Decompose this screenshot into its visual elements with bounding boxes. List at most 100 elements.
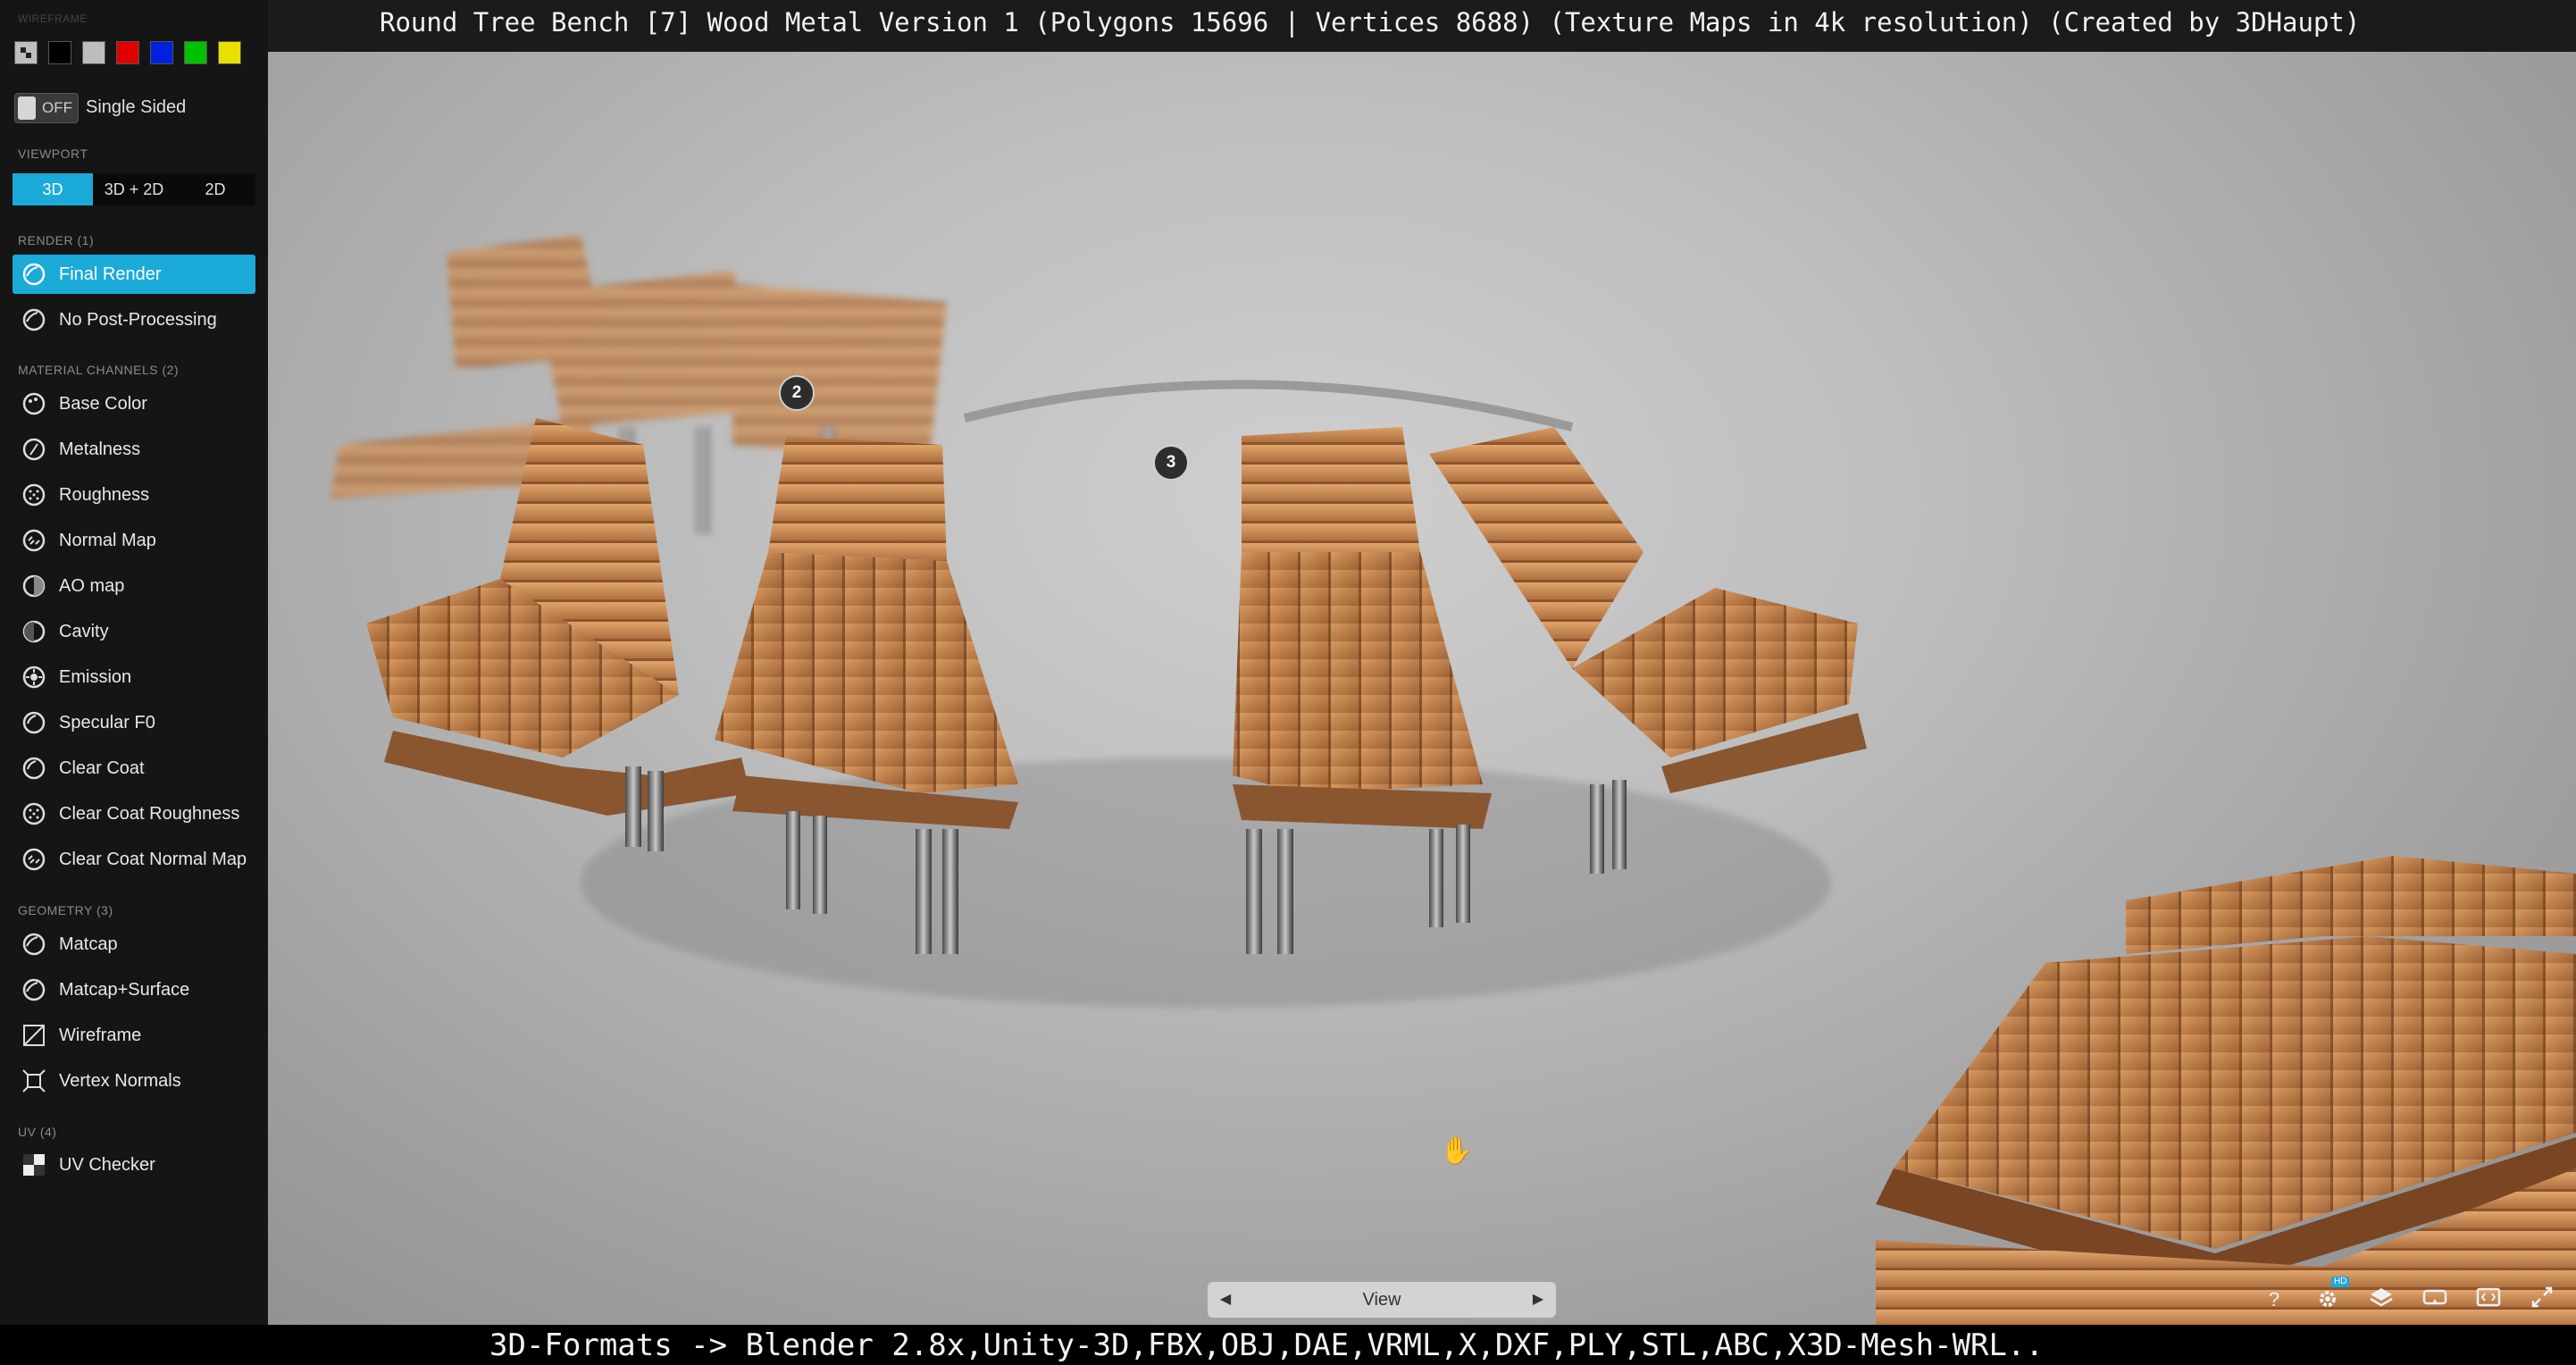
render-final-label: Final Render	[59, 264, 162, 284]
channel-roughness[interactable]: Roughness	[13, 475, 255, 515]
geometry-vertex-normals[interactable]: Vertex Normals	[13, 1061, 255, 1101]
viewport-mode-3d[interactable]: 3D	[13, 173, 93, 205]
metalness-label: Metalness	[59, 440, 141, 459]
3d-viewport[interactable]: ✋ 2 3	[268, 52, 2576, 1325]
ao-map-label: AO map	[59, 576, 125, 596]
single-sided-label: Single Sided	[86, 97, 187, 117]
vertex-normals-icon	[22, 1069, 46, 1093]
hand-cursor-icon: ✋	[1440, 1135, 1473, 1167]
normal-map-label: Normal Map	[59, 531, 156, 550]
base-color-label: Base Color	[59, 394, 147, 414]
clear-coat-normal-label: Clear Coat Normal Map	[59, 850, 247, 869]
wireframe-color-blue[interactable]	[150, 41, 173, 64]
matcap-sphere-icon	[22, 308, 46, 331]
roughness-label: Roughness	[59, 485, 150, 505]
view-label: View	[1362, 1290, 1401, 1310]
palette-icon	[22, 392, 46, 415]
normal-map-icon	[22, 529, 46, 552]
formats-caption-bar: 3D-Formats -> Blender 2.8x,Unity-3D,FBX,…	[0, 1325, 2576, 1365]
clear-coat-roughness-icon	[22, 802, 46, 825]
vr-icon	[2422, 1289, 2447, 1305]
render-no-post-label: No Post-Processing	[59, 310, 217, 330]
clear-coat-label: Clear Coat	[59, 758, 145, 778]
single-sided-toggle[interactable]: OFF	[14, 93, 79, 123]
formats-caption: 3D-Formats -> Blender 2.8x,Unity-3D,FBX,…	[489, 1327, 2044, 1363]
toggle-knob	[18, 96, 36, 120]
fullscreen-icon	[2531, 1286, 2553, 1308]
emission-label: Emission	[59, 667, 132, 687]
vr-button[interactable]	[2419, 1284, 2451, 1316]
checker-icon	[23, 1154, 45, 1176]
material-section-label: MATERIAL CHANNELS (2)	[18, 363, 180, 377]
metalness-icon	[22, 438, 46, 461]
wireframe-color-black[interactable]	[48, 41, 71, 64]
cavity-label: Cavity	[59, 622, 109, 641]
wireframe-label: Wireframe	[59, 1026, 142, 1045]
matcap-surface-label: Matcap+Surface	[59, 980, 190, 1000]
render-final[interactable]: Final Render	[13, 255, 255, 294]
geometry-section-label: GEOMETRY (3)	[18, 903, 113, 917]
wireframe-icon	[23, 1025, 45, 1046]
uv-checker-label: UV Checker	[59, 1155, 155, 1175]
clear-coat-roughness-label: Clear Coat Roughness	[59, 804, 240, 824]
clear-coat-icon	[22, 757, 46, 780]
matcap-label: Matcap	[59, 934, 118, 954]
wireframe-color-green[interactable]	[184, 41, 207, 64]
vertex-normals-label: Vertex Normals	[59, 1071, 181, 1091]
inspector-sidebar: WIREFRAME OFF Single Sided VIEWPORT 3D 3…	[0, 0, 268, 1325]
clear-coat-normal-icon	[22, 848, 46, 871]
channel-normal-map[interactable]: Normal Map	[13, 521, 255, 560]
render-section-label: RENDER (1)	[18, 233, 95, 247]
next-view-button[interactable]: ▶	[1520, 1282, 1556, 1318]
settings-hd-icon	[2320, 1291, 2336, 1307]
uv-checker[interactable]: UV Checker	[13, 1145, 255, 1185]
wireframe-color-red[interactable]	[116, 41, 139, 64]
cavity-icon	[22, 620, 46, 643]
bench-scene: ✋	[330, 235, 2576, 1325]
channel-metalness[interactable]: Metalness	[13, 430, 255, 469]
view-navigator: ◀ View ▶	[1208, 1282, 1556, 1318]
geometry-wireframe[interactable]: Wireframe	[13, 1016, 255, 1055]
settings-button[interactable]: HD	[2312, 1277, 2350, 1316]
emission-icon	[22, 666, 46, 689]
matcap-icon	[22, 933, 46, 956]
viewport-mode-3d-2d[interactable]: 3D + 2D	[93, 173, 175, 205]
viewport-mode-2d[interactable]: 2D	[175, 173, 255, 205]
wireframe-color-default[interactable]	[14, 41, 38, 64]
geometry-matcap[interactable]: Matcap	[13, 925, 255, 964]
channel-cavity[interactable]: Cavity	[13, 612, 255, 651]
channel-emission[interactable]: Emission	[13, 657, 255, 697]
channel-clear-coat-normal-map[interactable]: Clear Coat Normal Map	[13, 840, 255, 879]
help-icon: ?	[2268, 1288, 2280, 1311]
channel-clear-coat-roughness[interactable]: Clear Coat Roughness	[13, 794, 255, 833]
annotation-hotspot-2[interactable]: 2	[779, 375, 815, 411]
channel-specular-f0[interactable]: Specular F0	[13, 703, 255, 742]
channel-ao-map[interactable]: AO map	[13, 566, 255, 606]
model-title: Round Tree Bench [7] Wood Metal Version …	[380, 7, 2361, 38]
checker-icon	[21, 47, 31, 58]
viewport-section-label: VIEWPORT	[18, 147, 88, 161]
matcap-surface-icon	[22, 978, 46, 1001]
channel-base-color[interactable]: Base Color	[13, 384, 255, 423]
hd-badge: HD	[2331, 1277, 2350, 1287]
help-button[interactable]: ?	[2258, 1284, 2290, 1316]
matcap-sphere-icon	[22, 263, 46, 286]
toggle-state: OFF	[42, 99, 72, 116]
specular-f0-label: Specular F0	[59, 713, 155, 733]
wireframe-section-label: WIREFRAME	[18, 13, 88, 25]
roughness-icon	[22, 483, 46, 507]
annotation-hotspot-3[interactable]: 3	[1153, 445, 1189, 481]
embed-icon	[2476, 1287, 2501, 1307]
fullscreen-button[interactable]	[2526, 1284, 2558, 1316]
render-no-post-processing[interactable]: No Post-Processing	[13, 300, 255, 339]
wireframe-color-yellow[interactable]	[218, 41, 241, 64]
wireframe-color-gray[interactable]	[82, 41, 105, 64]
layers-button[interactable]	[2365, 1284, 2397, 1316]
uv-section-label: UV (4)	[18, 1125, 57, 1139]
embed-button[interactable]	[2472, 1284, 2505, 1316]
geometry-matcap-surface[interactable]: Matcap+Surface	[13, 970, 255, 1009]
specular-icon	[22, 711, 46, 734]
title-bar: Round Tree Bench [7] Wood Metal Version …	[0, 0, 2576, 52]
channel-clear-coat[interactable]: Clear Coat	[13, 749, 255, 788]
layers-icon	[2370, 1288, 2393, 1307]
